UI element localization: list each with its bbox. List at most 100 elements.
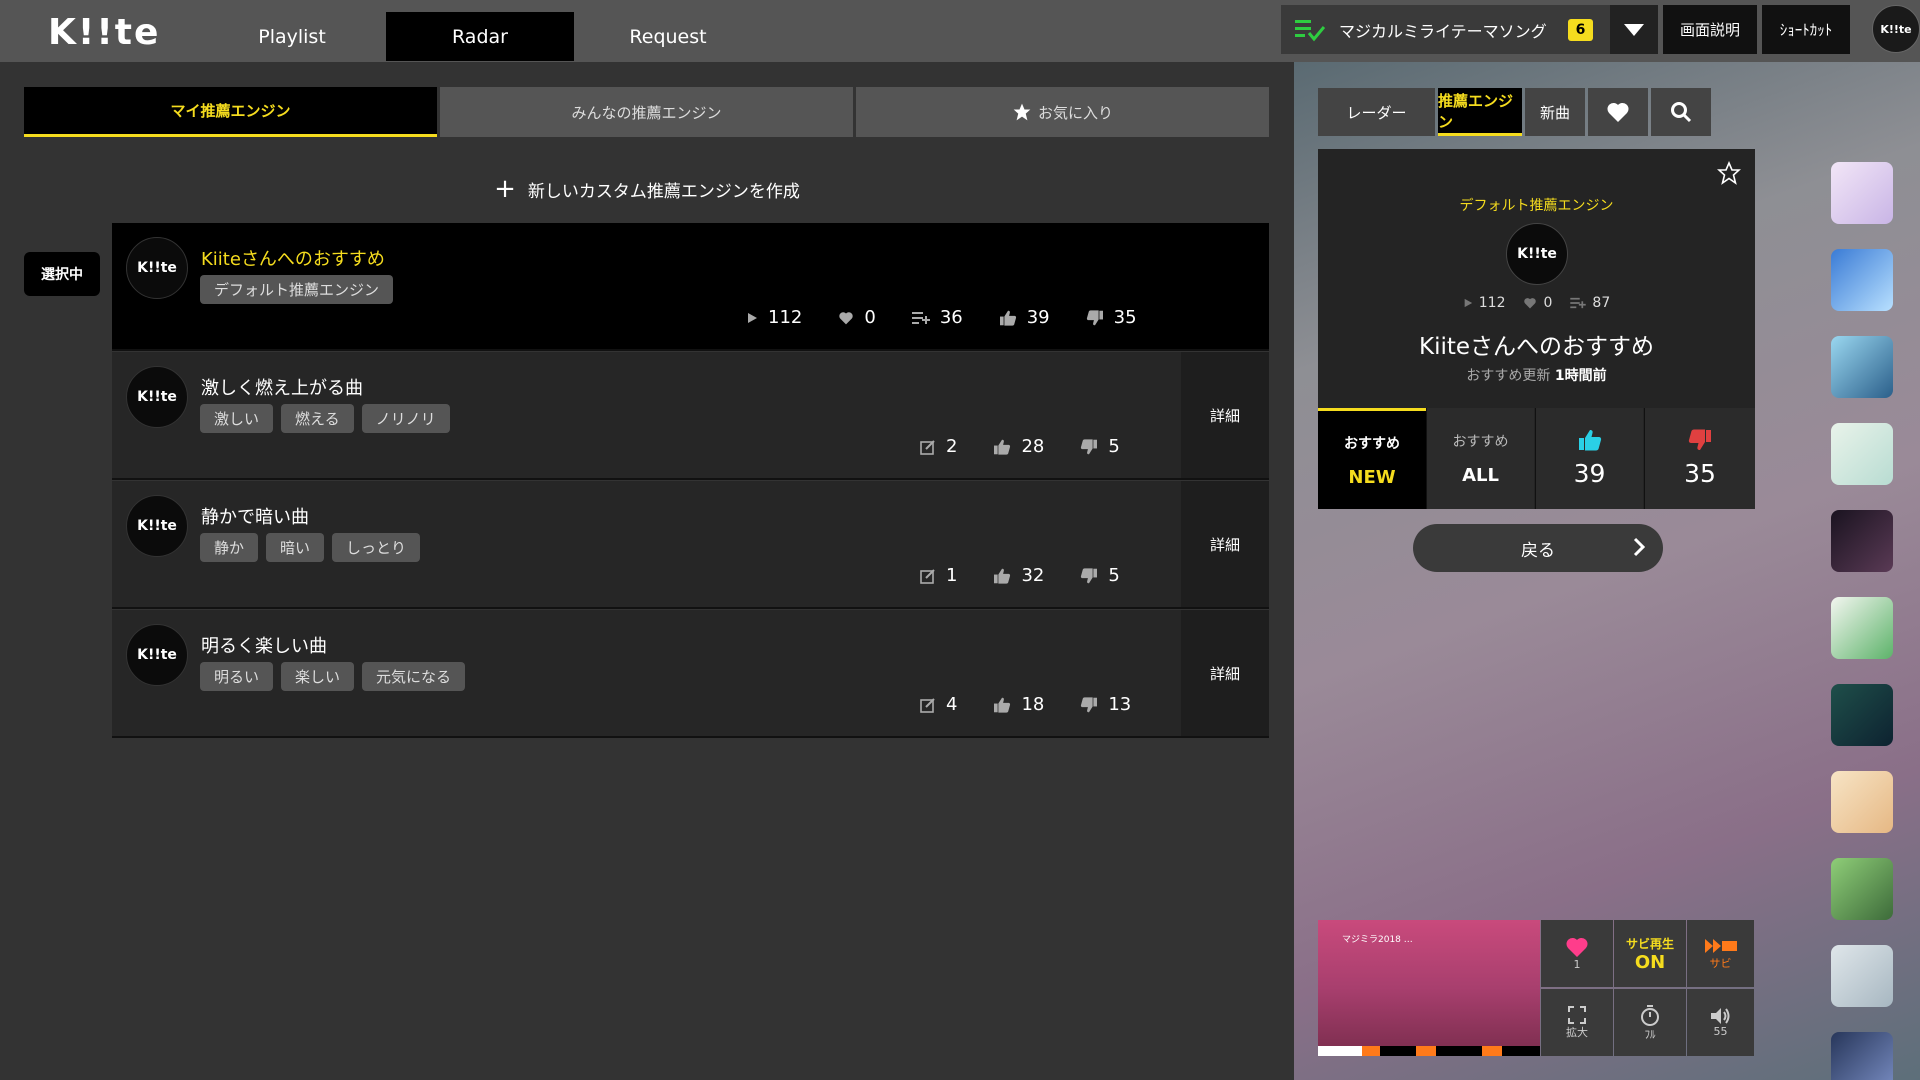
tab-my-engines[interactable]: マイ推薦エンジン (24, 87, 437, 137)
update-value: 1時間前 (1554, 368, 1607, 384)
full-play-button[interactable]: ﾌﾙ (1614, 989, 1686, 1056)
thumbs-down-icon (1086, 309, 1103, 325)
like-count: 18 (1021, 694, 1045, 715)
playlist-add-icon (1570, 297, 1587, 309)
tab-recommend-engine[interactable]: 推薦エンジン (1438, 88, 1522, 136)
engine-title: 激しく燃え上がる曲 (201, 378, 363, 399)
create-engine-button[interactable]: + 新しいカスタム推薦エンジンを作成 (0, 169, 1294, 209)
default-engine-label: デフォルト推薦エンジン (1459, 198, 1614, 214)
thumbs-up-icon (999, 310, 1016, 326)
engine-tag: 楽しい (281, 662, 355, 691)
favorites-button[interactable] (1588, 88, 1648, 136)
update-prefix: おすすめ更新 (1466, 368, 1551, 384)
engine-detail-card: デフォルト推薦エンジン K!!te 112 0 87 Kiiteさんへのおすすめ… (1318, 149, 1755, 509)
nav-tab-playlist[interactable]: Playlist (198, 12, 386, 61)
top-bar: K!!te Playlist Radar Request マジカルミライテーマソ… (0, 0, 1920, 62)
thumbs-down-icon (1081, 696, 1098, 712)
shortcut-button[interactable]: ｼｮｰﾄｶｯﾄ (1762, 5, 1850, 54)
engine-icon: K!!te (126, 495, 188, 557)
song-thumbnail[interactable] (1831, 510, 1893, 572)
search-button[interactable] (1651, 88, 1711, 136)
song-thumbnail[interactable] (1831, 1032, 1893, 1080)
fav-count: 1 (1573, 958, 1581, 971)
tab-radar[interactable]: レーダー (1318, 88, 1435, 136)
engine-title: Kiiteさんへのおすすめ (201, 249, 385, 270)
video-thumbnail[interactable]: マジミラ2018 … (1318, 920, 1540, 1056)
like-count: 28 (1021, 436, 1045, 457)
sabi-toggle-button[interactable]: サビ再生 ON (1614, 920, 1686, 987)
sabi-skip-button[interactable]: サビ (1687, 920, 1754, 987)
fav-count: 0 (864, 307, 876, 328)
song-thumbnail[interactable] (1831, 162, 1893, 224)
queue-dropdown-button[interactable] (1610, 5, 1658, 54)
dislike-count: 5 (1108, 436, 1120, 457)
expand-label: 拡大 (1566, 1025, 1588, 1039)
engine-tag: 静か (200, 533, 259, 562)
fav-count: 0 (1543, 295, 1553, 311)
mini-player: マジミラ2018 … 1 サビ再生 ON サビ 拡大 ﾌﾙ 55 (1318, 920, 1754, 1056)
heart-icon (1607, 102, 1629, 122)
create-engine-label: 新しいカスタム推薦エンジンを作成 (527, 181, 800, 202)
fav-song-button[interactable]: 1 (1541, 920, 1613, 987)
song-thumbnail[interactable] (1831, 771, 1893, 833)
heart-icon (839, 311, 854, 324)
engine-row[interactable]: K!!te 明るく楽しい曲 明るい 楽しい 元気になる 4 18 13 詳細 (112, 610, 1269, 738)
progress-bar[interactable] (1318, 1046, 1540, 1056)
engine-tag: ノリノリ (361, 404, 450, 433)
recommend-all-button[interactable]: おすすめ ALL (1426, 408, 1534, 509)
song-thumbnail[interactable] (1831, 597, 1893, 659)
engine-list-panel: マイ推薦エンジン みんなの推薦エンジン お気に入り + 新しいカスタム推薦エンジ… (0, 62, 1294, 1080)
engine-icon: K!!te (126, 366, 188, 428)
plus-icon: + (494, 174, 516, 204)
nav-tab-request[interactable]: Request (574, 12, 762, 61)
volume-button[interactable]: 55 (1687, 989, 1754, 1056)
heart-icon (1566, 937, 1588, 957)
engine-row[interactable]: K!!te 静かで暗い曲 静か 暗い しっとり 1 32 5 詳細 (112, 481, 1269, 609)
expand-button[interactable]: 拡大 (1541, 989, 1613, 1056)
thumbs-up-icon (994, 697, 1011, 713)
play-icon (1464, 298, 1472, 308)
song-thumbnail[interactable] (1831, 684, 1893, 746)
user-avatar[interactable]: K!!te (1872, 5, 1920, 53)
tab-everyone-engines[interactable]: みんなの推薦エンジン (440, 87, 853, 137)
detail-button[interactable]: 詳細 (1181, 610, 1269, 736)
nav-tab-radar[interactable]: Radar (386, 12, 574, 61)
kiite-logo[interactable]: K!!te (48, 12, 160, 53)
playlist-queue[interactable]: マジカルミライテーマソング 6 (1281, 5, 1658, 54)
song-thumbnail[interactable] (1831, 336, 1893, 398)
engine-tag: 燃える (281, 404, 354, 433)
thumbs-down-icon (1688, 429, 1711, 450)
dislike-engine-button[interactable]: 35 (1644, 408, 1755, 509)
queue-check-icon (1295, 17, 1326, 43)
engine-title: 静かで暗い曲 (201, 507, 309, 528)
thumbs-up-icon (1578, 430, 1601, 451)
recommend-new-label: おすすめ (1344, 435, 1400, 452)
engine-tag: しっとり (332, 533, 421, 562)
like-engine-button[interactable]: 39 (1535, 408, 1643, 509)
star-outline-icon[interactable] (1717, 161, 1741, 185)
engine-row-default[interactable]: K!!te Kiiteさんへのおすすめ デフォルト推薦エンジン 112 0 36… (112, 223, 1269, 351)
help-button[interactable]: 画面説明 (1663, 5, 1757, 54)
edit-icon (920, 697, 935, 713)
song-thumbnail[interactable] (1831, 858, 1893, 920)
tab-favorites-label: お気に入り (1037, 103, 1113, 122)
song-thumbnail[interactable] (1831, 945, 1893, 1007)
engine-row[interactable]: K!!te 激しく燃え上がる曲 激しい 燃える ノリノリ 2 28 5 詳細 (112, 352, 1269, 480)
detail-button[interactable]: 詳細 (1181, 352, 1269, 478)
engine-tag: デフォルト推薦エンジン (200, 275, 394, 304)
back-button[interactable]: 戻る (1413, 524, 1663, 572)
engine-title: 明るく楽しい曲 (201, 636, 327, 657)
play-count: 112 (768, 307, 803, 328)
detail-button[interactable]: 詳細 (1181, 481, 1269, 607)
video-overlay-text: マジミラ2018 … (1342, 935, 1413, 945)
song-thumbnail[interactable] (1831, 423, 1893, 485)
song-thumbnail[interactable] (1831, 249, 1893, 311)
tab-new-songs[interactable]: 新曲 (1525, 88, 1585, 136)
chevron-down-icon (1624, 23, 1644, 36)
dislike-count: 5 (1108, 565, 1120, 586)
tab-favorites[interactable]: お気に入り (856, 87, 1269, 137)
sabi-label: サビ再生 (1625, 936, 1674, 951)
full-label: ﾌﾙ (1644, 1027, 1656, 1041)
edit-count: 1 (946, 565, 958, 586)
recommend-new-button[interactable]: おすすめ NEW (1318, 408, 1426, 509)
